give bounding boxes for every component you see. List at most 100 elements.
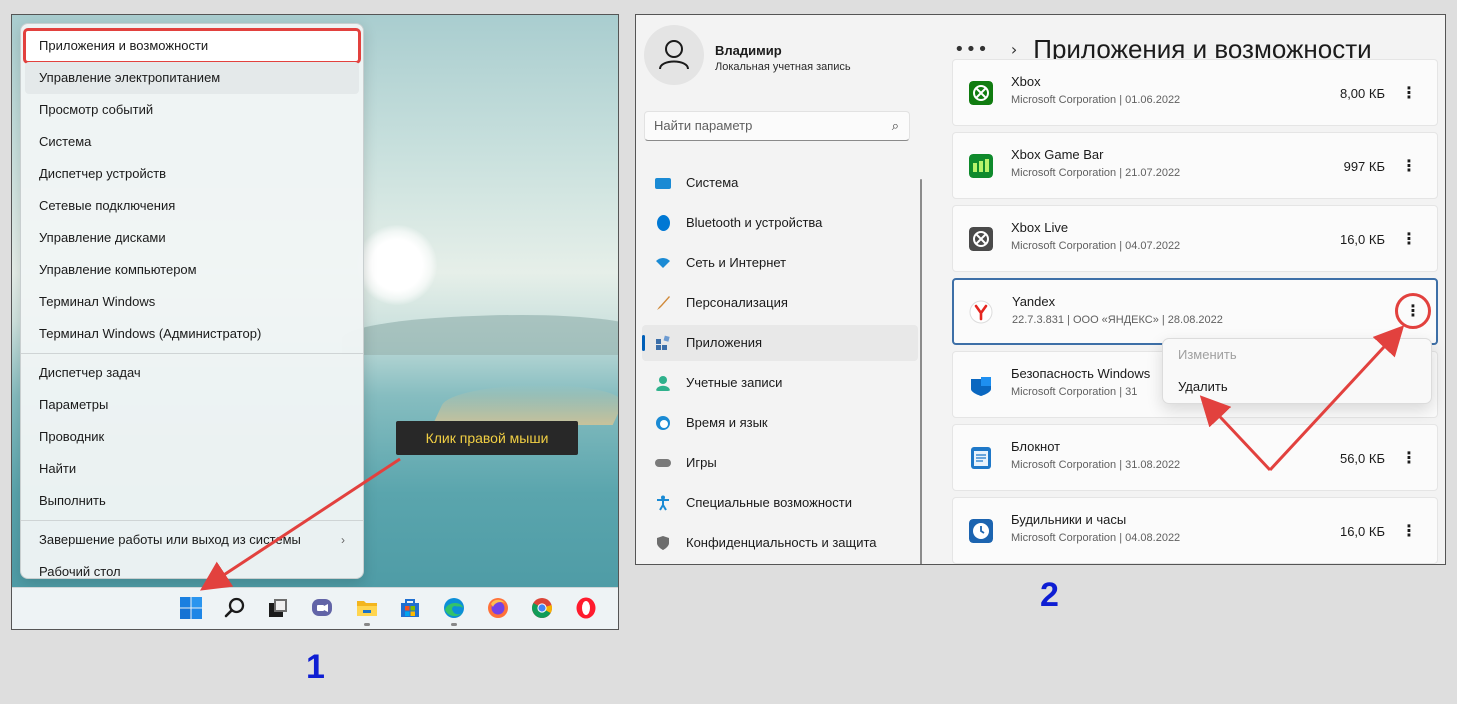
more-options-button[interactable]: ⋮ — [1395, 441, 1423, 475]
settings-search-input[interactable]: Найти параметр ⌕ — [644, 111, 910, 141]
brush-icon — [657, 296, 670, 310]
running-indicator — [451, 623, 457, 626]
edge-icon[interactable] — [442, 596, 466, 620]
menu-item-apps-features[interactable]: Приложения и возможности — [23, 28, 361, 64]
modify-menu-item: Изменить — [1178, 347, 1237, 362]
uninstall-menu-item[interactable]: Удалить — [1163, 371, 1431, 403]
sidebar-item-time-language[interactable]: Время и язык — [642, 405, 918, 441]
file-explorer-icon[interactable] — [355, 596, 379, 620]
taskbar — [12, 587, 618, 629]
xbox-icon — [969, 81, 993, 105]
menu-item-desktop[interactable]: Рабочий стол — [25, 556, 359, 588]
user-account-block[interactable]: Владимир Локальная учетная запись — [644, 25, 944, 95]
app-publisher-date: Microsoft Corporation | 04.07.2022 — [1011, 240, 1181, 252]
menu-item-disk-management[interactable]: Управление дисками — [25, 222, 359, 254]
wifi-icon — [656, 258, 670, 268]
app-publisher-date: Microsoft Corporation | 21.07.2022 — [1011, 167, 1181, 179]
gaming-icon — [655, 459, 671, 467]
menu-item-network-connections[interactable]: Сетевые подключения — [25, 190, 359, 222]
more-options-button[interactable]: ⋮ — [1395, 293, 1431, 329]
app-publisher-date: Microsoft Corporation | 31 — [1011, 386, 1138, 398]
xbox-game-bar-icon — [969, 154, 993, 178]
app-size: 16,0 КБ — [1339, 232, 1385, 247]
more-options-button[interactable]: ⋮ — [1395, 514, 1423, 548]
sidebar-item-label: Система — [686, 175, 739, 190]
menu-item-power-options[interactable]: Управление электропитанием — [25, 62, 359, 94]
app-row-xbox-game-bar[interactable]: Xbox Game Bar Microsoft Corporation | 21… — [952, 132, 1438, 199]
menu-item-settings[interactable]: Параметры — [25, 389, 359, 421]
opera-icon[interactable] — [574, 596, 598, 620]
app-row-yandex[interactable]: Yandex 22.7.3.831 | ООО «ЯНДЕКС» | 28.08… — [952, 278, 1438, 345]
menu-item-label: Завершение работы или выход из системы — [39, 532, 301, 547]
reeds-wallpaper-element — [432, 385, 618, 425]
settings-sidebar: Система Bluetooth и устройства Сеть и Ин… — [636, 165, 926, 564]
sidebar-item-label: Конфиденциальность и защита — [686, 535, 877, 550]
sidebar-item-accessibility[interactable]: Специальные возможности — [642, 485, 918, 521]
app-row-xbox-live[interactable]: Xbox Live Microsoft Corporation | 04.07.… — [952, 205, 1438, 272]
apps-icon — [656, 335, 670, 350]
app-name: Xbox — [1011, 74, 1041, 89]
sidebar-item-personalization[interactable]: Персонализация — [642, 285, 918, 321]
more-options-button[interactable]: ⋮ — [1395, 222, 1423, 256]
step-label-2: 2 — [1040, 576, 1059, 614]
user-name: Владимир — [715, 43, 782, 58]
menu-item-shutdown-signout[interactable]: Завершение работы или выход из системы › — [25, 524, 359, 556]
running-indicator — [364, 623, 370, 626]
sidebar-item-label: Bluetooth и устройства — [686, 215, 823, 230]
windows-start-icon[interactable] — [179, 596, 203, 620]
sidebar-item-gaming[interactable]: Игры — [642, 445, 918, 481]
firefox-icon[interactable] — [486, 596, 510, 620]
app-row-alarms-clock[interactable]: Будильники и часы Microsoft Corporation … — [952, 497, 1438, 564]
sidebar-item-label: Учетные записи — [686, 375, 783, 390]
menu-item-computer-management[interactable]: Управление компьютером — [25, 254, 359, 286]
app-version-publisher-date: 22.7.3.831 | ООО «ЯНДЕКС» | 28.08.2022 — [1012, 314, 1223, 326]
menu-item-device-manager[interactable]: Диспетчер устройств — [25, 158, 359, 190]
app-name: Xbox Live — [1011, 220, 1069, 235]
shield-icon — [657, 536, 669, 550]
sidebar-item-label: Сеть и Интернет — [686, 255, 787, 270]
sidebar-item-system[interactable]: Система — [642, 165, 918, 201]
breadcrumb-overflow-button[interactable]: ••• — [954, 39, 989, 60]
menu-item-windows-terminal-admin[interactable]: Терминал Windows (Администратор) — [25, 318, 359, 350]
app-row-xbox[interactable]: Xbox Microsoft Corporation | 01.06.2022 … — [952, 59, 1438, 126]
chrome-icon[interactable] — [530, 596, 554, 620]
user-silhouette-icon — [659, 40, 689, 70]
menu-item-task-manager[interactable]: Диспетчер задач — [25, 357, 359, 389]
notepad-icon — [971, 447, 991, 469]
app-name: Будильники и часы — [1011, 512, 1127, 527]
island-wallpaper-element — [342, 315, 618, 355]
sidebar-item-network[interactable]: Сеть и Интернет — [642, 245, 918, 281]
sidebar-item-privacy[interactable]: Конфиденциальность и защита — [642, 525, 918, 561]
menu-item-windows-terminal[interactable]: Терминал Windows — [25, 286, 359, 318]
app-size: 8,00 КБ — [1339, 86, 1385, 101]
sidebar-item-apps[interactable]: Приложения — [642, 325, 918, 361]
right-click-callout: Клик правой мыши — [396, 421, 578, 455]
alarms-clock-icon — [969, 519, 993, 543]
teams-chat-icon[interactable] — [310, 596, 334, 620]
sidebar-scrollbar[interactable] — [920, 179, 922, 564]
menu-item-system[interactable]: Система — [25, 126, 359, 158]
menu-item-run[interactable]: Выполнить — [25, 485, 359, 517]
more-options-button[interactable]: ⋮ — [1395, 149, 1423, 183]
sidebar-item-accounts[interactable]: Учетные записи — [642, 365, 918, 401]
menu-item-search[interactable]: Найти — [25, 453, 359, 485]
menu-item-event-viewer[interactable]: Просмотр событий — [25, 94, 359, 126]
task-view-icon[interactable] — [266, 596, 290, 620]
microsoft-store-icon[interactable] — [398, 596, 422, 620]
app-publisher-date: Microsoft Corporation | 04.08.2022 — [1011, 532, 1181, 544]
search-icon: ⌕ — [891, 118, 899, 133]
avatar — [644, 25, 704, 85]
more-options-button[interactable]: ⋮ — [1395, 76, 1423, 110]
search-placeholder: Найти параметр — [654, 118, 753, 133]
settings-window-panel: Владимир Локальная учетная запись Найти … — [635, 14, 1446, 565]
sidebar-item-label: Персонализация — [686, 295, 788, 310]
app-row-notepad[interactable]: Блокнот Microsoft Corporation | 31.08.20… — [952, 424, 1438, 491]
app-name: Безопасность Windows — [1011, 366, 1151, 381]
sidebar-item-bluetooth[interactable]: Bluetooth и устройства — [642, 205, 918, 241]
sidebar-item-label: Специальные возможности — [686, 495, 852, 510]
search-icon[interactable] — [223, 596, 247, 620]
system-icon — [655, 178, 671, 189]
app-size: 997 КБ — [1343, 159, 1385, 174]
winx-context-menu: Приложения и возможности Управление элек… — [20, 23, 364, 579]
menu-item-file-explorer[interactable]: Проводник — [25, 421, 359, 453]
